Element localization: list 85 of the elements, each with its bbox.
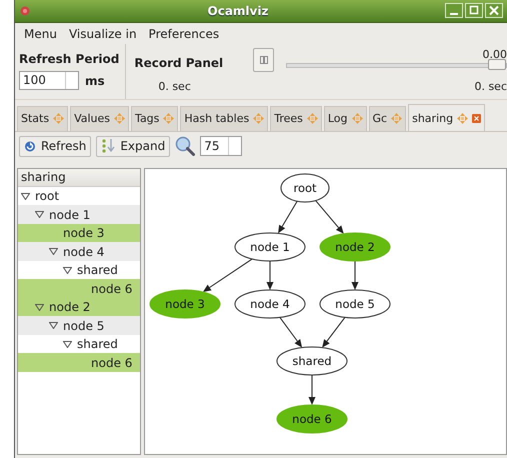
- graph-node[interactable]: node 6: [276, 404, 348, 434]
- tree-label: node 5: [63, 318, 104, 333]
- pause-icon: [260, 56, 268, 64]
- tree-label: node 4: [63, 244, 104, 259]
- menu-item[interactable]: Preferences: [144, 24, 224, 43]
- tab[interactable]: Hash tables: [180, 106, 268, 132]
- tab[interactable]: Log: [324, 106, 367, 132]
- refresh-icon: [24, 140, 36, 152]
- expand-icon: [101, 138, 116, 154]
- expander-icon: [49, 322, 58, 330]
- menu-item[interactable]: Menu: [19, 24, 62, 43]
- menu-item[interactable]: Visualize in: [64, 24, 142, 43]
- expander-icon: [49, 248, 58, 256]
- edge-arrow: [266, 260, 274, 290]
- move-icon: [352, 113, 363, 124]
- tree-row[interactable]: node 6: [18, 353, 140, 372]
- graph-node[interactable]: node 5: [320, 289, 390, 318]
- close-icon: [485, 3, 503, 18]
- tree-row[interactable]: node 5: [18, 316, 140, 335]
- tab[interactable]: Values: [70, 106, 130, 132]
- minimize-icon: [445, 3, 463, 18]
- end-time: 0. sec: [473, 80, 507, 93]
- graph-node[interactable]: node 3: [150, 289, 220, 318]
- refresh-button[interactable]: Refresh: [19, 136, 92, 157]
- zoom-spinbox[interactable]: 75: [200, 136, 242, 156]
- tree-row[interactable]: node 2: [18, 298, 140, 316]
- expand-button[interactable]: Expand: [96, 136, 170, 157]
- refresh-period-label: Refresh Period: [19, 52, 120, 66]
- tree-label: node 2: [49, 300, 90, 314]
- app-icon: [19, 4, 31, 17]
- graph-node[interactable]: node 2: [320, 232, 390, 262]
- maximize-icon: [465, 3, 483, 18]
- tab[interactable]: Trees: [270, 106, 322, 132]
- tree-row[interactable]: node 4: [18, 242, 140, 261]
- refresh-period-spinbox[interactable]: 100: [19, 71, 79, 90]
- graph-node[interactable]: node 1: [234, 232, 306, 262]
- pause-button[interactable]: [253, 48, 274, 72]
- move-icon: [163, 113, 174, 124]
- tab[interactable]: Gc: [368, 106, 406, 132]
- move-icon: [53, 113, 64, 124]
- window-title: Ocamlviz: [206, 4, 270, 18]
- graph-node[interactable]: shared: [276, 346, 348, 376]
- unit-label: ms: [85, 74, 105, 88]
- graph-node[interactable]: node 4: [234, 289, 306, 318]
- tree-label: node 3: [63, 226, 104, 240]
- tree-row[interactable]: root: [18, 186, 140, 206]
- tab[interactable]: Tags: [131, 106, 178, 132]
- edge-arrow: [308, 374, 316, 405]
- start-time: 0. sec: [157, 80, 192, 93]
- tree-label: shared: [77, 263, 118, 278]
- expander-icon: [35, 211, 44, 218]
- expander-icon: [63, 266, 72, 274]
- graph-node[interactable]: root: [280, 173, 330, 202]
- tab[interactable]: Stats: [17, 106, 68, 132]
- edge-arrow: [352, 260, 358, 290]
- tree-label: node 1: [49, 208, 90, 222]
- tree-row[interactable]: node 1: [18, 205, 140, 224]
- tree-row[interactable]: node 6: [18, 279, 140, 298]
- tree-label: node 6: [91, 282, 132, 296]
- tab[interactable]: sharing: [408, 104, 486, 132]
- column-header: sharing: [18, 168, 140, 187]
- edge-arrow: [202, 258, 253, 292]
- edge-arrow: [279, 316, 302, 348]
- tree-label: root: [35, 189, 60, 204]
- expander-icon: [35, 304, 44, 311]
- edge-arrow: [278, 200, 298, 234]
- tree-label: shared: [77, 337, 118, 352]
- tree-row[interactable]: shared: [18, 334, 140, 354]
- move-icon: [457, 112, 468, 124]
- slider-thumb[interactable]: [488, 59, 506, 70]
- expander-icon: [21, 192, 30, 200]
- edge-arrow: [315, 200, 344, 234]
- edge-arrow: [322, 316, 346, 348]
- end-value: 0.00: [482, 48, 507, 62]
- tree-row[interactable]: shared: [18, 260, 140, 280]
- zoom-icon: [175, 136, 196, 156]
- move-icon: [253, 113, 264, 124]
- tree-row[interactable]: node 3: [18, 224, 140, 242]
- move-icon: [306, 113, 318, 124]
- tree-label: node 6: [91, 356, 132, 370]
- move-icon: [391, 113, 402, 124]
- move-icon: [114, 113, 126, 124]
- close-icon[interactable]: [472, 114, 482, 123]
- expander-icon: [63, 340, 72, 348]
- record-panel-label: Record Panel: [134, 55, 224, 70]
